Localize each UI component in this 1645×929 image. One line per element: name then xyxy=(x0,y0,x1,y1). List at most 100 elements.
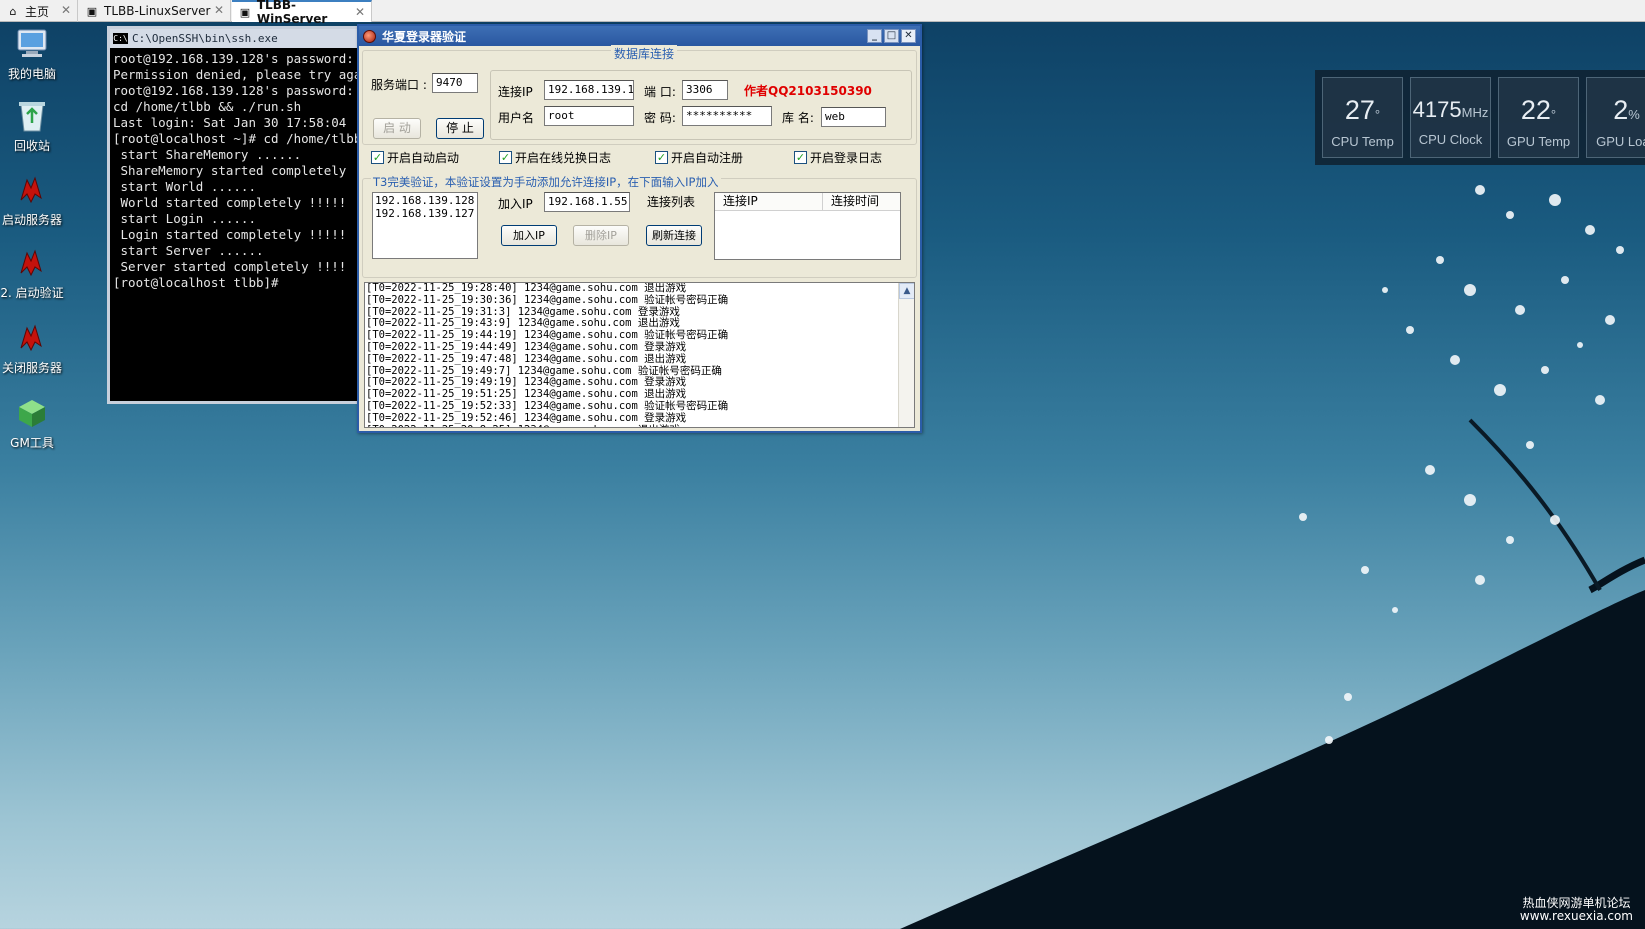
console-line: Login started completely !!!!! xyxy=(113,227,347,242)
ip-group-title: T3完美验证，本验证设置为手动添加允许连接IP，在下面输入IP加入 xyxy=(371,174,721,190)
close-icon[interactable]: ✕ xyxy=(214,3,224,17)
console-line: start World ...... xyxy=(113,179,256,194)
desktop-icon-label: GM工具 xyxy=(10,436,54,450)
column-header-time[interactable]: 连接时间 xyxy=(823,193,900,210)
tab-home[interactable]: ⌂ 主页 ✕ xyxy=(0,0,78,22)
computer-icon xyxy=(14,26,50,62)
listview-header: 连接IP 连接时间 xyxy=(715,193,900,211)
tlbb-logo-icon xyxy=(14,245,50,281)
stop-button[interactable]: 停 止 xyxy=(436,118,484,139)
log-scrollbar[interactable]: ▲ xyxy=(898,283,914,427)
start-button[interactable]: 启 动 xyxy=(373,118,421,139)
conn-list-label: 连接列表 xyxy=(647,195,696,209)
password-field[interactable]: ********** xyxy=(682,106,772,126)
checkbox-auto-start[interactable]: ✓ 开启自动启动 xyxy=(371,149,459,166)
conn-ip-field[interactable]: 192.168.139.128 xyxy=(544,80,634,100)
console-icon: C:\ xyxy=(113,33,128,44)
minimize-button[interactable]: _ xyxy=(867,29,882,43)
cube-icon xyxy=(14,395,50,431)
checkbox-label: 开启登录日志 xyxy=(810,151,883,165)
log-line: [T0=2022-11-25_19:52:46] 1234@game.sohu.… xyxy=(366,411,687,424)
console-line: World started completely !!!!! xyxy=(113,195,347,210)
tab-bar: ⌂ 主页 ✕ ▣ TLBB-LinuxServer ✕ ▣ TLBB-WinSe… xyxy=(0,0,1645,26)
add-ip-button[interactable]: 加入IP xyxy=(501,225,557,246)
checkbox-exchange-log[interactable]: ✓ 开启在线兑换日志 xyxy=(499,149,611,166)
desktop-icon-label: 我的电脑 xyxy=(7,67,56,81)
refresh-connection-button[interactable]: 刷新连接 xyxy=(646,225,702,246)
console-line: start Server ...... xyxy=(113,243,264,258)
desktop-icon-my-computer[interactable]: 我的电脑 xyxy=(0,26,64,82)
port-field[interactable]: 3306 xyxy=(682,80,728,100)
desktop-icon-start-auth[interactable]: 2. 启动验证 xyxy=(0,245,64,301)
checkmark-icon: ✓ xyxy=(371,151,384,164)
close-icon[interactable]: ✕ xyxy=(355,5,365,19)
user-label: 用户名 xyxy=(498,111,535,125)
log-line: [T0=2022-11-25_19:52:33] 1234@game.sohu.… xyxy=(366,399,729,412)
console-line: ShareMemory started completely xyxy=(113,163,347,178)
column-header-ip[interactable]: 连接IP xyxy=(715,193,823,210)
tab-label: TLBB-WinServer xyxy=(256,0,328,26)
system-monitor-gadget: 27° CPU Temp 4175MHz CPU Clock 22° GPU T… xyxy=(1315,70,1645,165)
list-item[interactable]: 192.168.139.127 xyxy=(375,207,475,220)
event-log[interactable]: [T0=2022-11-25_19:28:40] 1234@game.sohu.… xyxy=(364,282,915,428)
desktop-icon-label: 关闭服务器 xyxy=(1,361,62,375)
desktop-icon-label: 启动服务器 xyxy=(1,213,62,227)
dialog-titlebar[interactable]: 华夏登录器验证 _ □ ✕ xyxy=(359,26,920,46)
add-ip-label: 加入IP xyxy=(498,197,533,211)
vm-icon: ▣ xyxy=(86,4,98,18)
gadget-gpu-load: 2% GPU Load xyxy=(1586,77,1645,158)
checkbox-login-log[interactable]: ✓ 开启登录日志 xyxy=(794,149,882,166)
watermark-url: www.rexuexia.com xyxy=(1519,909,1633,923)
tlbb-logo-icon xyxy=(14,172,50,208)
log-line: [T0=2022-11-25_19:44:49] 1234@game.sohu.… xyxy=(366,340,687,353)
desktop-icon-start-server[interactable]: 启动服务器 xyxy=(0,172,64,228)
console-line: [root@localhost tlbb]# xyxy=(113,275,279,290)
console-line: [root@localhost ~]# cd /home/tlbb xyxy=(113,131,362,146)
ssh-console-window[interactable]: C:\ C:\OpenSSH\bin\ssh.exe root@192.168.… xyxy=(107,26,367,404)
close-icon[interactable]: ✕ xyxy=(61,3,71,17)
console-line: root@192.168.139.128's password: xyxy=(113,83,354,98)
gadget-cpu-clock: 4175MHz CPU Clock xyxy=(1410,77,1491,158)
author-text: 作者QQ2103150390 xyxy=(744,84,872,98)
service-port-field[interactable]: 9470 xyxy=(432,73,478,93)
scroll-up-icon[interactable]: ▲ xyxy=(899,283,914,299)
db-name-field[interactable]: web xyxy=(821,107,886,127)
tab-win-server[interactable]: ▣ TLBB-WinServer ✕ xyxy=(232,0,372,26)
allowed-ip-list[interactable]: 192.168.139.128 192.168.139.127 xyxy=(372,192,478,259)
checkmark-icon: ✓ xyxy=(794,151,807,164)
console-output[interactable]: root@192.168.139.128's password: Permissi… xyxy=(110,48,364,294)
tlbb-logo-icon xyxy=(14,320,50,356)
tab-label: 主页 xyxy=(25,4,50,19)
watermark: 热血侠网游单机论坛 www.rexuexia.com xyxy=(1520,897,1633,923)
app-icon xyxy=(363,29,376,43)
db-group-title: 数据库连接 xyxy=(611,45,678,62)
console-titlebar[interactable]: C:\ C:\OpenSSH\bin\ssh.exe xyxy=(110,29,364,48)
desktop-icon-gm-tool[interactable]: GM工具 xyxy=(0,395,64,451)
service-port-label: 服务端口 : xyxy=(371,78,427,92)
home-icon: ⌂ xyxy=(9,4,17,18)
close-button[interactable]: ✕ xyxy=(901,29,916,43)
maximize-button[interactable]: □ xyxy=(884,29,899,43)
desktop-icon-recycle-bin[interactable]: 回收站 xyxy=(0,98,64,154)
console-line: Permission denied, please try again. xyxy=(113,67,367,82)
console-line: cd /home/tlbb && ./run.sh xyxy=(113,99,302,114)
delete-ip-button[interactable]: 删除IP xyxy=(573,225,629,246)
console-line: Server started completely !!!! xyxy=(113,259,347,274)
console-line: root@192.168.139.128's password: xyxy=(113,51,354,66)
add-ip-field[interactable]: 192.168.1.55 xyxy=(544,192,630,212)
connection-listview[interactable]: 连接IP 连接时间 xyxy=(714,192,901,260)
checkbox-auto-register[interactable]: ✓ 开启自动注册 xyxy=(655,149,743,166)
desktop-icon-stop-server[interactable]: 关闭服务器 xyxy=(0,320,64,376)
console-line: start Login ...... xyxy=(113,211,256,226)
user-field[interactable]: root xyxy=(544,106,634,126)
log-line: [T0=2022-11-25_20:8:25] 1234@game.sohu.c… xyxy=(366,424,897,427)
gadget-cpu-temp: 27° CPU Temp xyxy=(1322,77,1403,158)
list-item[interactable]: 192.168.139.128 xyxy=(375,194,475,207)
checkbox-label: 开启在线兑换日志 xyxy=(515,151,612,165)
tab-linux-server[interactable]: ▣ TLBB-LinuxServer ✕ xyxy=(79,0,231,22)
checkmark-icon: ✓ xyxy=(655,151,668,164)
checkbox-label: 开启自动启动 xyxy=(387,151,460,165)
log-line: [T0=2022-11-25_19:30:36] 1234@game.sohu.… xyxy=(366,293,729,306)
console-line: start ShareMemory ...... xyxy=(113,147,302,162)
console-title: C:\OpenSSH\bin\ssh.exe xyxy=(132,32,278,45)
